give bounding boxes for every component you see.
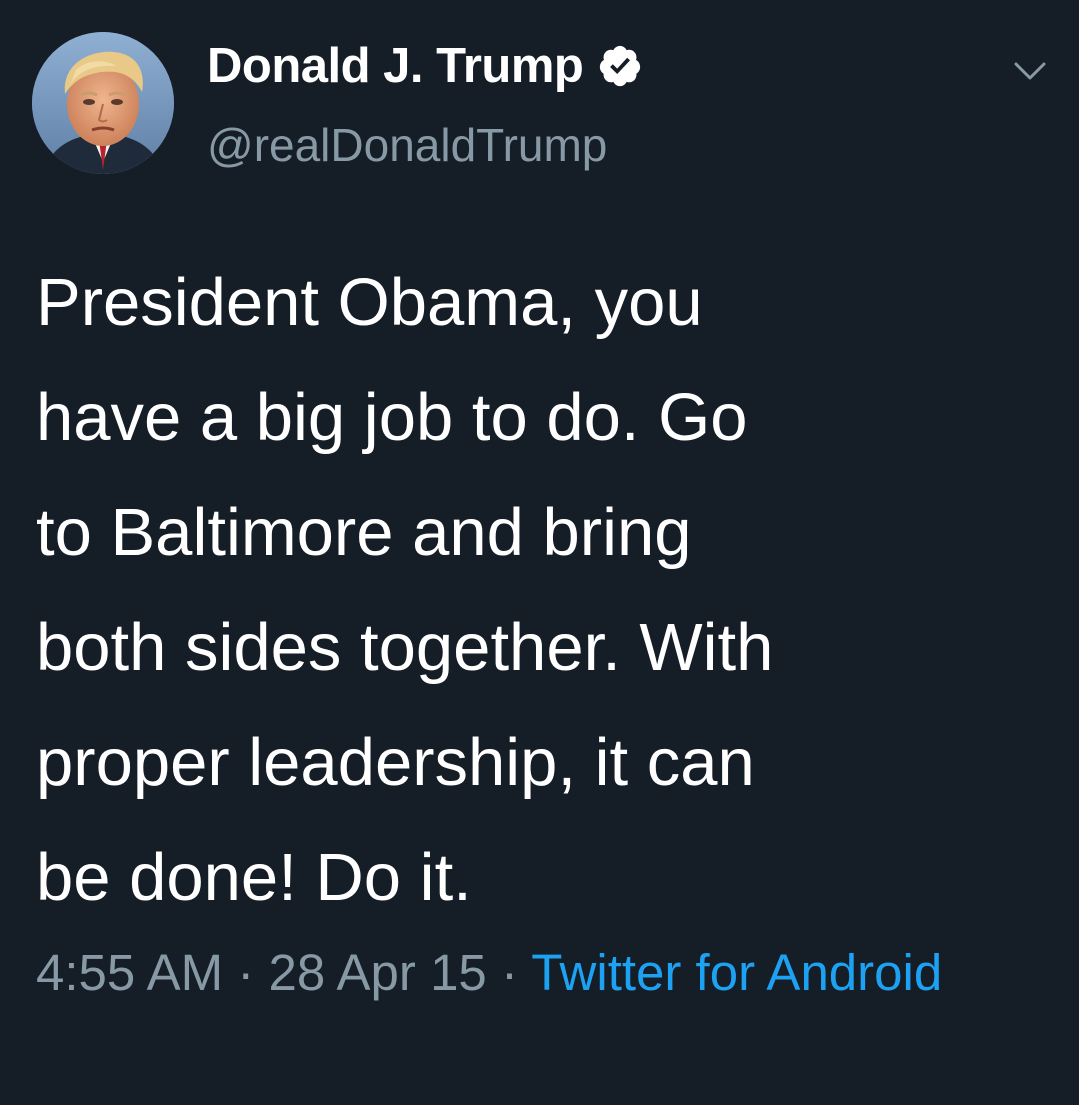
avatar[interactable]	[32, 32, 174, 174]
user-handle[interactable]: @realDonaldTrump	[207, 118, 607, 172]
tweet-card: Donald J. Trump @realDonaldTrump Preside…	[0, 0, 1079, 1105]
tweet-metadata: 4:55 AM · 28 Apr 15 · Twitter for Androi…	[36, 933, 1036, 1013]
tweet-text: President Obama, you have a big job to d…	[36, 265, 774, 915]
meta-separator: ·	[486, 944, 532, 1001]
chevron-down-icon[interactable]	[1010, 58, 1050, 84]
author-name-row[interactable]: Donald J. Trump	[207, 36, 643, 96]
meta-separator: ·	[223, 944, 269, 1001]
tweet-time[interactable]: 4:55 AM	[36, 944, 223, 1001]
tweet-source-link[interactable]: Twitter for Android	[531, 944, 942, 1001]
avatar-image	[32, 32, 174, 174]
tweet-date[interactable]: 28 Apr 15	[268, 944, 486, 1001]
verified-badge-icon	[597, 43, 643, 89]
display-name[interactable]: Donald J. Trump	[207, 38, 584, 94]
